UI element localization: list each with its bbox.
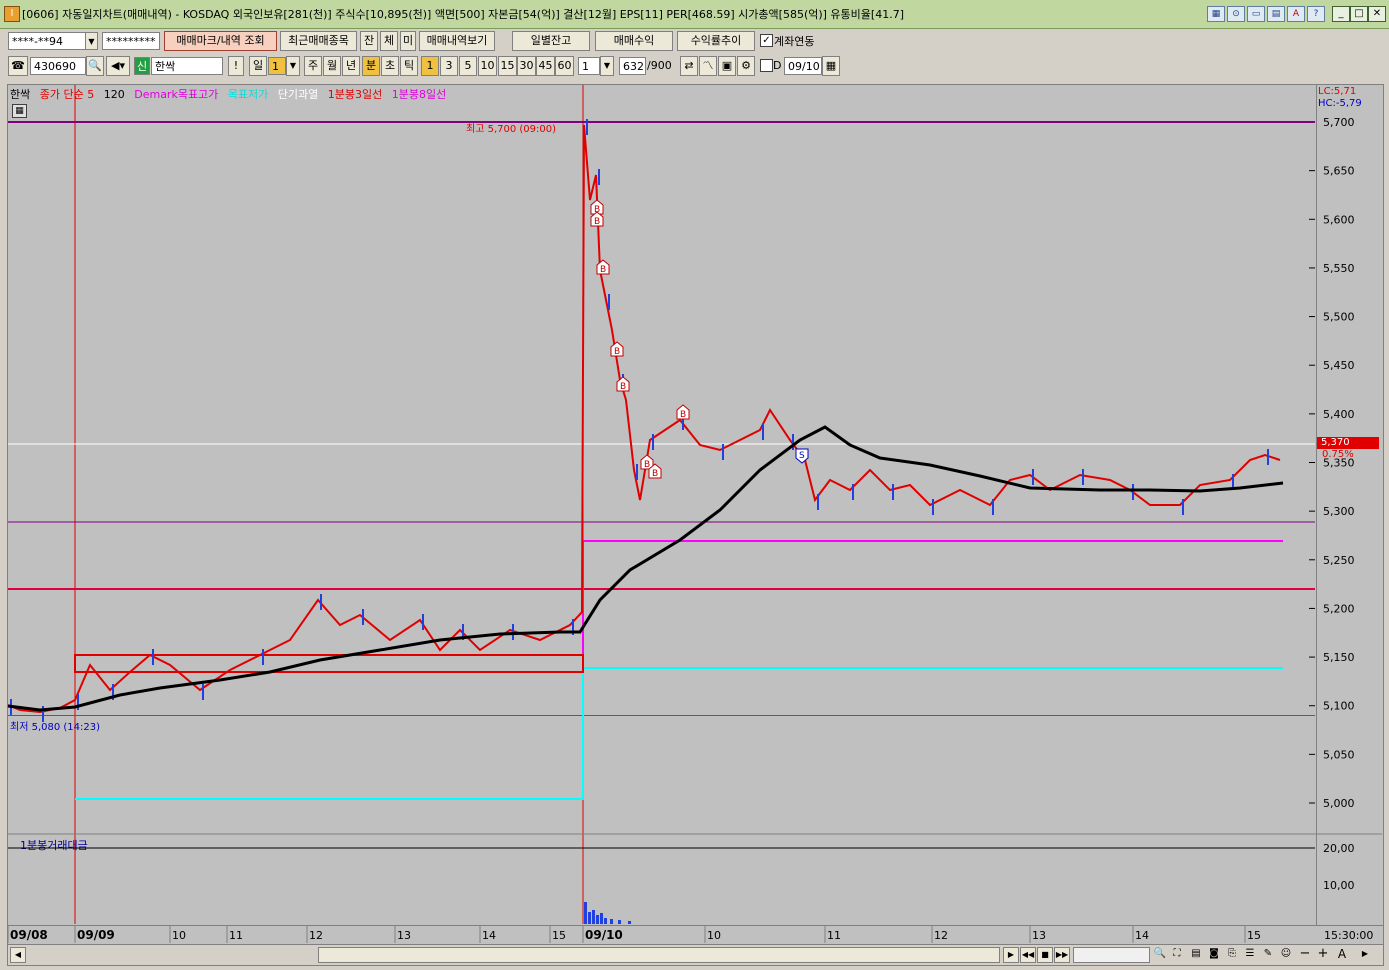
price-tick-label: 5,500 — [1323, 311, 1355, 324]
price-tick-label: 5,550 — [1323, 262, 1355, 275]
chart-scrollbar[interactable]: ◀ ▶ ◀◀ ■ ▶▶ 🔍 ⛶ ▤ ◙ ⎘ ☰ ✎ ☺ − + A ▶ — [7, 944, 1384, 966]
price-tick-label: 5,100 — [1323, 700, 1355, 713]
note-icon[interactable]: ✎ — [1261, 947, 1275, 961]
volume-bar — [588, 912, 591, 924]
time-tick-label: 12 — [309, 929, 323, 942]
current-price-label: 5,370 — [1317, 437, 1379, 449]
font-size-icon[interactable]: A — [1335, 947, 1349, 961]
plus-icon[interactable]: + — [1316, 947, 1330, 961]
time-tick-label: 15 — [552, 929, 566, 942]
volume-bar — [592, 910, 595, 924]
volume-bar — [600, 913, 603, 924]
print-chart-icon[interactable]: ▤ — [1189, 947, 1203, 961]
demark-high-line — [75, 540, 1283, 673]
time-tick-label: 10 — [172, 929, 186, 942]
time-tick-label: 15:30:00 — [1324, 929, 1373, 942]
stop-icon[interactable]: ■ — [1037, 947, 1053, 963]
zoom-slider[interactable] — [1073, 947, 1150, 963]
price-tick-label: 5,000 — [1323, 797, 1355, 810]
buy-marker-label: B — [614, 347, 620, 357]
rewind-icon[interactable]: ◀◀ — [1020, 947, 1036, 963]
scroll-right-icon[interactable]: ▶ — [1003, 947, 1019, 963]
buy-marker-label: B — [594, 217, 600, 227]
volume-tick-label: 20,00 — [1323, 842, 1355, 855]
price-tick-label: 5,250 — [1323, 554, 1355, 567]
high-annotation: 최고 5,700 (09:00) — [466, 124, 557, 135]
person-icon[interactable]: ☺ — [1279, 947, 1293, 961]
time-tick-label: 14 — [482, 929, 496, 942]
volume-tick-label: 10,00 — [1323, 879, 1355, 892]
play-icon[interactable]: ▶▶ — [1054, 947, 1070, 963]
time-tick-label: 09/10 — [585, 928, 623, 942]
price-tick-label: 5,400 — [1323, 408, 1355, 421]
buy-marker-label: B — [620, 382, 626, 392]
time-tick-label: 11 — [827, 929, 841, 942]
time-tick-label: 13 — [397, 929, 411, 942]
time-tick-label: 12 — [934, 929, 948, 942]
price-tick-label: 5,600 — [1323, 213, 1355, 226]
scroll-left-icon[interactable]: ◀ — [10, 947, 26, 963]
price-tick-label: 5,150 — [1323, 651, 1355, 664]
hc-label: HC:-5,79 — [1318, 98, 1362, 109]
volume-bar — [596, 915, 599, 924]
current-pct-label: 0.75% — [1322, 449, 1354, 460]
volume-bar — [584, 902, 587, 924]
price-line — [7, 124, 1281, 714]
list-icon[interactable]: ☰ — [1243, 947, 1257, 961]
volume-bar — [618, 920, 621, 924]
lc-label: LC:5,71 — [1318, 86, 1357, 97]
time-tick-label: 14 — [1135, 929, 1149, 942]
price-tick-label: 5,300 — [1323, 505, 1355, 518]
price-tick-label: 5,650 — [1323, 165, 1355, 178]
time-tick-label: 11 — [229, 929, 243, 942]
buy-marker-label: B — [680, 410, 686, 420]
time-tick-label: 09/09 — [77, 928, 115, 942]
copy-icon[interactable]: ⎘ — [1225, 947, 1239, 961]
price-tick-label: 5,200 — [1323, 602, 1355, 615]
zoom-icon[interactable]: 🔍 — [1153, 947, 1167, 961]
scroll-thumb[interactable] — [318, 947, 1000, 963]
time-tick-label: 10 — [707, 929, 721, 942]
price-tick-label: 5,450 — [1323, 359, 1355, 372]
low-annotation: 최저 5,080 (14:23) — [10, 722, 101, 733]
camera-icon[interactable]: ◙ — [1207, 947, 1221, 961]
collapse-icon[interactable]: ▶ — [1358, 947, 1372, 961]
demark-low-line — [75, 667, 1283, 800]
full-screen-icon[interactable]: ⛶ — [1170, 947, 1184, 961]
minus-icon[interactable]: − — [1298, 947, 1312, 961]
time-tick-label: 13 — [1032, 929, 1046, 942]
volume-bar — [610, 919, 613, 924]
buy-marker-label: B — [600, 265, 606, 275]
time-tick-label: 15 — [1247, 929, 1261, 942]
sell-marker-label: S — [799, 451, 805, 461]
volume-bar — [628, 921, 631, 924]
price-tick-label: 5,050 — [1323, 748, 1355, 761]
price-chart: 5,7005,6505,6005,5505,5005,4505,4005,350… — [7, 85, 1382, 943]
time-tick-label: 09/08 — [10, 928, 48, 942]
price-tick-label: 5,700 — [1323, 116, 1355, 129]
volume-bar — [604, 918, 607, 924]
buy-marker-label: B — [652, 469, 658, 479]
